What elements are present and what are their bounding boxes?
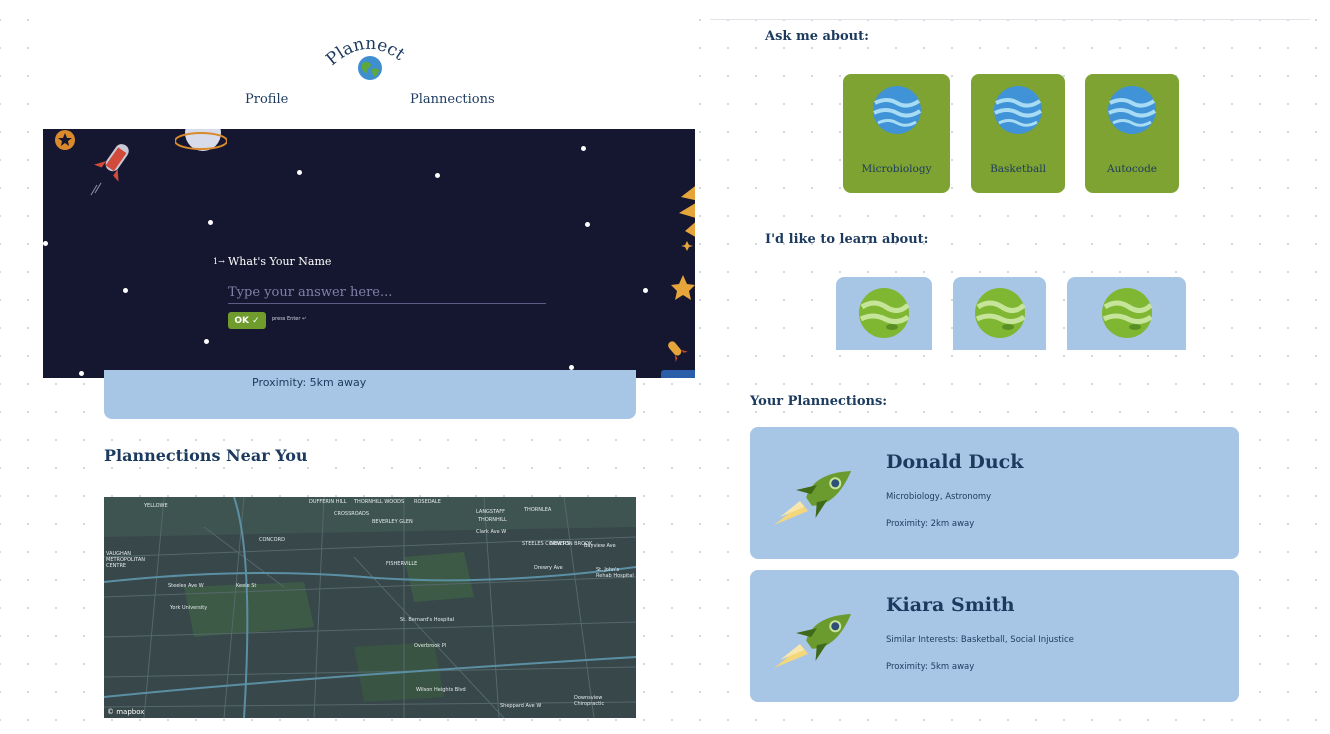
map-label: Keele St bbox=[236, 583, 257, 589]
name-answer-input[interactable] bbox=[228, 281, 546, 304]
nearby-proximity-text: Proximity: 5km away bbox=[252, 376, 367, 389]
topic-card-autocode[interactable]: Autocode bbox=[1085, 74, 1179, 193]
sun-edge-icon bbox=[679, 186, 695, 251]
star-decoration bbox=[123, 288, 128, 293]
topic-label: Microbiology bbox=[861, 163, 932, 175]
map-label: Drewry Ave bbox=[534, 565, 563, 571]
map-label: BEVERLEY GLEN bbox=[372, 519, 413, 525]
blue-planet-icon bbox=[1108, 86, 1157, 134]
learn-topic-card[interactable] bbox=[953, 277, 1046, 350]
topic-card-microbiology[interactable]: Microbiology bbox=[843, 74, 950, 193]
map-label: LANGSTAFF bbox=[476, 509, 505, 515]
star-decoration bbox=[435, 173, 440, 178]
plannection-interests: Similar Interests: Basketball, Social In… bbox=[886, 635, 1074, 645]
map-label: York University bbox=[170, 605, 208, 611]
plannection-name: Kiara Smith bbox=[886, 594, 1015, 616]
map-label: VAUGHAN METROPOLITAN CENTRE bbox=[106, 551, 145, 569]
learn-topic-card[interactable] bbox=[1067, 277, 1186, 350]
map-label: YELLOWE bbox=[144, 503, 168, 509]
nav-profile[interactable]: Profile bbox=[245, 92, 288, 107]
map-label: Wilson Heights Blvd bbox=[416, 687, 466, 693]
plannection-card-donald-duck[interactable]: Donald Duck Microbiology, Astronomy Prox… bbox=[750, 427, 1239, 559]
star-decoration bbox=[581, 146, 586, 151]
star-decoration bbox=[585, 222, 590, 227]
app-header: Plannect Profile Plannections bbox=[43, 19, 695, 130]
plannection-proximity: Proximity: 5km away bbox=[886, 662, 975, 672]
mapbox-attribution[interactable]: © mapbox bbox=[107, 708, 144, 716]
ask-me-title: Ask me about: bbox=[765, 29, 869, 44]
plannections-near-title: Plannections Near You bbox=[104, 446, 308, 465]
plannection-name: Donald Duck bbox=[886, 451, 1024, 473]
name-question-panel: 1→ What's Your Name OK ✓ press Enter ↵ bbox=[43, 129, 695, 378]
topic-label: Basketball bbox=[990, 163, 1046, 175]
earth-icon bbox=[358, 56, 382, 80]
blue-planet-icon bbox=[872, 86, 921, 134]
green-rocket-icon bbox=[774, 614, 852, 668]
map-label: Bayview Ave bbox=[584, 543, 616, 549]
map-label: ROSEDALE bbox=[414, 499, 441, 505]
plannection-proximity: Proximity: 2km away bbox=[886, 519, 975, 529]
map-label: THORNHILL bbox=[478, 517, 507, 523]
ringed-planet-icon bbox=[175, 129, 227, 151]
nav-plannections[interactable]: Plannections bbox=[410, 92, 495, 107]
nearby-map[interactable]: YELLOWE DUFFERIN HILL THORNHILL WOODS RO… bbox=[104, 497, 636, 718]
plannect-logo[interactable]: Plannect bbox=[323, 33, 415, 93]
star-decoration bbox=[43, 241, 48, 246]
question-number: 1→ bbox=[213, 257, 225, 266]
map-label: FISHERVILLE bbox=[386, 561, 418, 567]
green-planet-icon bbox=[974, 288, 1026, 338]
rocket-decoration-icon bbox=[90, 144, 129, 196]
map-label: CROSSROADS bbox=[334, 511, 370, 517]
blue-planet-icon bbox=[994, 86, 1043, 134]
map-label: Clark Ave W bbox=[476, 529, 507, 535]
star-decoration bbox=[204, 339, 209, 344]
star-decoration bbox=[208, 220, 213, 225]
star-shape-icon bbox=[671, 275, 695, 300]
learn-about-title: I'd like to learn about: bbox=[765, 232, 929, 247]
map-label: Overbrook Pl bbox=[414, 643, 447, 649]
map-label: Downsview Chiropractic bbox=[574, 695, 605, 707]
plannection-card-kiara-smith[interactable]: Kiara Smith Similar Interests: Basketbal… bbox=[750, 570, 1239, 702]
badge-star-icon bbox=[55, 130, 75, 150]
map-label: St. John's Rehab Hospital bbox=[596, 567, 634, 579]
learn-topic-card[interactable] bbox=[836, 277, 932, 350]
map-label: THORNLEA bbox=[524, 507, 552, 513]
ok-button[interactable]: OK ✓ bbox=[228, 312, 266, 329]
green-planet-icon bbox=[1101, 288, 1153, 338]
star-decoration bbox=[643, 288, 648, 293]
small-rocket-icon bbox=[668, 341, 688, 363]
topic-label: Autocode bbox=[1106, 163, 1158, 175]
map-label: St. Bernard's Hospital bbox=[400, 617, 455, 623]
topic-card-basketball[interactable]: Basketball bbox=[971, 74, 1065, 193]
star-decoration bbox=[79, 371, 84, 376]
question-label: What's Your Name bbox=[228, 255, 332, 268]
plannection-interests: Microbiology, Astronomy bbox=[886, 492, 992, 502]
map-label: DUFFERIN HILL bbox=[309, 499, 347, 505]
nearby-plannection-card[interactable]: Proximity: 5km away bbox=[104, 370, 636, 419]
right-top-divider bbox=[710, 19, 1310, 20]
map-label: THORNHILL WOODS bbox=[354, 499, 405, 505]
your-plannections-title: Your Plannections: bbox=[750, 394, 888, 409]
green-planet-icon bbox=[859, 288, 910, 338]
green-rocket-icon bbox=[774, 471, 852, 525]
press-enter-hint: press Enter ↵ bbox=[272, 316, 307, 322]
map-label: CONCORD bbox=[259, 537, 285, 543]
star-decoration bbox=[297, 170, 302, 175]
panel-edge-tab bbox=[661, 370, 695, 378]
map-label: Steeles Ave W bbox=[168, 583, 204, 589]
map-label: Sheppard Ave W bbox=[500, 703, 542, 709]
